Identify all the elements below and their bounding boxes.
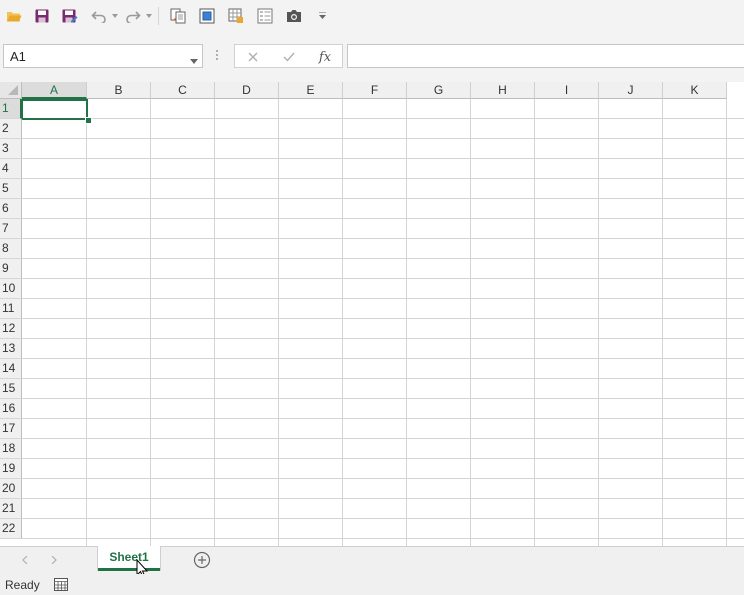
gridline-horizontal xyxy=(22,318,744,319)
row-header-3[interactable]: 3 xyxy=(0,139,22,159)
row-header-15[interactable]: 15 xyxy=(0,379,22,399)
row-header-22[interactable]: 22 xyxy=(0,519,22,539)
save-as-icon[interactable] xyxy=(59,6,81,26)
gridline-horizontal xyxy=(22,258,744,259)
column-header-b[interactable]: B xyxy=(87,82,151,99)
form-icon[interactable] xyxy=(254,6,276,26)
row-header-2[interactable]: 2 xyxy=(0,119,22,139)
camera-icon[interactable] xyxy=(283,6,305,26)
save-icon[interactable] xyxy=(31,6,53,26)
row-header-6[interactable]: 6 xyxy=(0,199,22,219)
row-header-20[interactable]: 20 xyxy=(0,479,22,499)
freeze-panes-icon[interactable] xyxy=(196,6,218,26)
protect-sheet-icon[interactable] xyxy=(225,6,247,26)
row-header-13[interactable]: 13 xyxy=(0,339,22,359)
column-header-h[interactable]: H xyxy=(471,82,535,99)
sheet-tab-sheet1[interactable]: Sheet1 xyxy=(97,546,161,571)
row-header-16[interactable]: 16 xyxy=(0,399,22,419)
gridline-horizontal xyxy=(22,218,744,219)
formula-buttons: fx xyxy=(234,44,343,68)
gridline-horizontal xyxy=(22,358,744,359)
column-header-k[interactable]: K xyxy=(663,82,727,99)
active-tab-indicator xyxy=(98,568,160,571)
column-header-f[interactable]: F xyxy=(343,82,407,99)
chevron-right-icon[interactable] xyxy=(49,555,59,565)
column-header-j[interactable]: J xyxy=(599,82,663,99)
active-cell-a1[interactable] xyxy=(21,99,88,120)
row-header-17[interactable]: 17 xyxy=(0,419,22,439)
row-header-11[interactable]: 11 xyxy=(0,299,22,319)
customize-qat-icon[interactable] xyxy=(318,6,326,26)
column-header-d[interactable]: D xyxy=(215,82,279,99)
gridline-horizontal xyxy=(22,118,744,119)
chevron-left-icon[interactable] xyxy=(20,555,30,565)
quick-access-toolbar xyxy=(0,0,744,32)
gridline-horizontal xyxy=(22,198,744,199)
formula-input[interactable] xyxy=(347,44,744,68)
row-header-4[interactable]: 4 xyxy=(0,159,22,179)
chevron-down-icon[interactable] xyxy=(190,53,198,67)
formula-bar: A1 fx xyxy=(0,32,744,82)
row-header-19[interactable]: 19 xyxy=(0,459,22,479)
gridline-horizontal xyxy=(22,158,744,159)
gridline-horizontal xyxy=(22,378,744,379)
column-header-e[interactable]: E xyxy=(279,82,343,99)
add-sheet-icon[interactable] xyxy=(193,551,211,569)
select-all-corner[interactable] xyxy=(0,82,22,99)
column-header-i[interactable]: I xyxy=(535,82,599,99)
cancel-icon[interactable] xyxy=(242,48,264,66)
row-header-10[interactable]: 10 xyxy=(0,279,22,299)
enter-check-icon[interactable] xyxy=(278,48,300,66)
gridline-horizontal xyxy=(22,138,744,139)
formula-bar-resize-handle[interactable] xyxy=(215,48,219,62)
undo-dropdown-icon[interactable] xyxy=(111,6,119,26)
gridline-horizontal xyxy=(22,538,744,539)
open-folder-icon[interactable] xyxy=(3,6,25,26)
status-text: Ready xyxy=(5,578,40,592)
redo-icon[interactable] xyxy=(122,6,144,26)
fill-handle[interactable] xyxy=(85,117,92,124)
row-header-8[interactable]: 8 xyxy=(0,239,22,259)
gridline-horizontal xyxy=(22,398,744,399)
cell-area[interactable] xyxy=(22,99,744,546)
sheet-tab-label: Sheet1 xyxy=(109,550,149,564)
gridline-horizontal xyxy=(22,478,744,479)
gridline-horizontal xyxy=(22,298,744,299)
status-bar: Ready xyxy=(0,574,744,595)
gridline-horizontal xyxy=(22,438,744,439)
gridline-horizontal xyxy=(22,458,744,459)
row-header-1[interactable]: 1 xyxy=(0,99,22,119)
gridline-horizontal xyxy=(22,238,744,239)
row-header-14[interactable]: 14 xyxy=(0,359,22,379)
gridline-horizontal xyxy=(22,518,744,519)
toolbar-separator xyxy=(158,7,159,25)
column-header-c[interactable]: C xyxy=(151,82,215,99)
redo-dropdown-icon[interactable] xyxy=(145,6,153,26)
row-header-7[interactable]: 7 xyxy=(0,219,22,239)
row-header-18[interactable]: 18 xyxy=(0,439,22,459)
name-box[interactable]: A1 xyxy=(3,44,203,68)
gridline-horizontal xyxy=(22,278,744,279)
column-header-a[interactable]: A xyxy=(22,82,87,99)
row-header-5[interactable]: 5 xyxy=(0,179,22,199)
spreadsheet-grid: A B C D E F G H I J K 1 2 3 4 5 6 7 8 9 10 11 12 13 14 15 16 17 18 19… xyxy=(0,82,744,546)
gridline-horizontal xyxy=(22,178,744,179)
insert-function-button[interactable]: fx xyxy=(314,48,336,66)
copy-format-icon[interactable] xyxy=(167,6,189,26)
macro-recording-icon[interactable] xyxy=(54,578,68,591)
gridline-horizontal xyxy=(22,418,744,419)
column-header-g[interactable]: G xyxy=(407,82,471,99)
row-header-21[interactable]: 21 xyxy=(0,499,22,519)
sheet-tab-bar: Sheet1 xyxy=(0,546,744,574)
gridline-horizontal xyxy=(22,498,744,499)
gridline-horizontal xyxy=(22,338,744,339)
row-header-12[interactable]: 12 xyxy=(0,319,22,339)
row-header-9[interactable]: 9 xyxy=(0,259,22,279)
name-box-value: A1 xyxy=(10,49,26,64)
undo-icon[interactable] xyxy=(88,6,110,26)
